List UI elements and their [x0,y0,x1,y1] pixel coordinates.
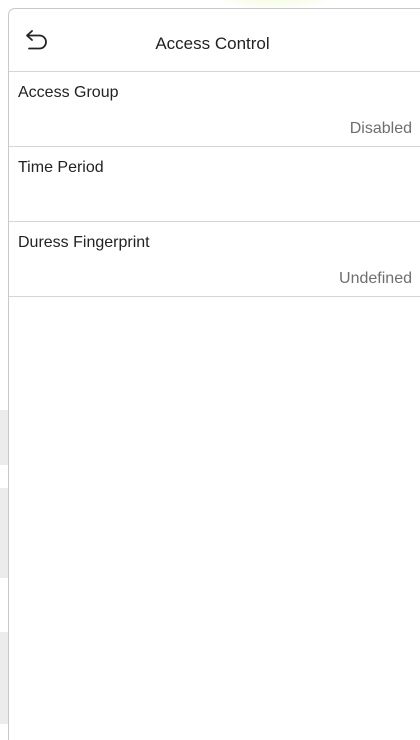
device-screen: Access Control Access Group Disabled Tim… [8,8,420,740]
menu-item-value: Disabled [349,120,412,137]
menu-item-label: Duress Fingerprint [18,234,150,251]
menu-item-time-period[interactable]: Time Period [9,147,420,222]
background-shade [0,410,8,465]
title-bar: Access Control [9,9,420,72]
background-shade [0,488,8,578]
menu-item-value: Undefined [339,270,412,287]
background-left-strip [0,0,8,740]
menu-item-label: Access Group [18,84,119,101]
background-shade [0,632,8,724]
menu-item-duress-fingerprint[interactable]: Duress Fingerprint Undefined [9,222,420,297]
menu-item-access-group[interactable]: Access Group Disabled [9,72,420,147]
menu-item-label: Time Period [18,159,104,176]
page-title: Access Control [155,34,270,53]
